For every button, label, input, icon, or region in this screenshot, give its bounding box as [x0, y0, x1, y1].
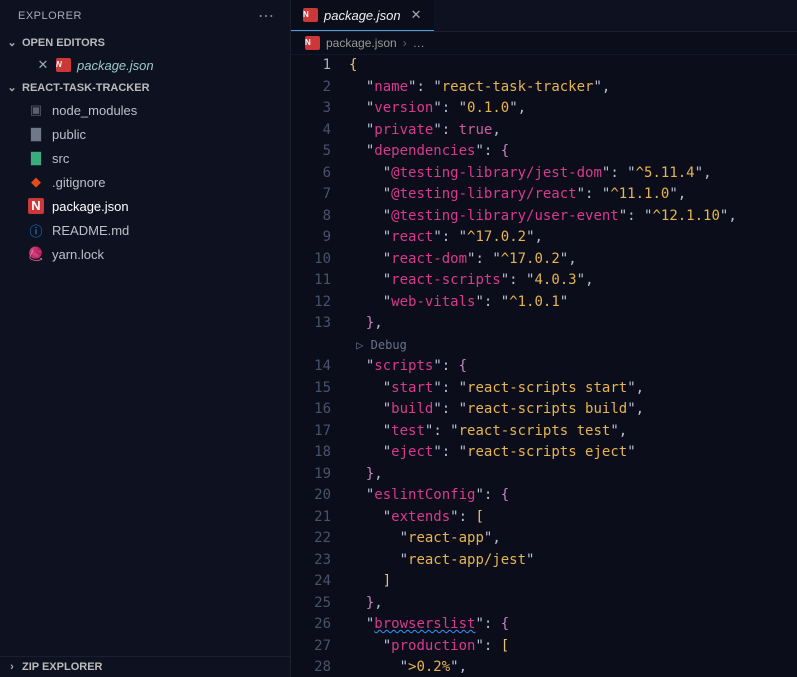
explorer-header: EXPLORER ⋯ — [0, 0, 290, 32]
file-gitignore[interactable]: ◆.gitignore — [0, 170, 290, 194]
tab-bar: N package.json ✕ — [291, 0, 797, 32]
tab-package-json[interactable]: N package.json ✕ — [291, 0, 434, 31]
folder-node-modules[interactable]: ▣node_modules — [0, 98, 290, 122]
folder-public[interactable]: ▇public — [0, 122, 290, 146]
breadcrumb-more: … — [413, 36, 425, 50]
close-icon[interactable]: ✕ — [411, 7, 422, 23]
open-editor-item[interactable]: ✕ N package.json — [0, 53, 290, 77]
tab-label: package.json — [324, 8, 401, 23]
chevron-right-icon: › — [403, 36, 407, 50]
folder-icon: ▣ — [28, 102, 44, 118]
folder-src[interactable]: ▇src — [0, 146, 290, 170]
npm-icon: N — [28, 198, 44, 214]
explorer-sidebar: EXPLORER ⋯ ⌄ OPEN EDITORS ✕ N package.js… — [0, 0, 291, 677]
folder-icon: ▇ — [28, 150, 44, 166]
chevron-down-icon: ⌄ — [6, 81, 18, 94]
line-gutter: 12345678910111213 1415161718192021222324… — [291, 55, 349, 677]
zip-explorer-label: ZIP EXPLORER — [22, 661, 102, 673]
chevron-down-icon: ⌄ — [6, 36, 18, 49]
file-readme[interactable]: ⓘREADME.md — [0, 218, 290, 242]
breadcrumb-file: package.json — [326, 36, 397, 50]
open-editor-label: package.json — [77, 58, 154, 73]
info-icon: ⓘ — [28, 222, 44, 238]
code-editor[interactable]: 12345678910111213 1415161718192021222324… — [291, 55, 797, 677]
file-yarn-lock[interactable]: 🧶yarn.lock — [0, 242, 290, 266]
open-editors-header[interactable]: ⌄ OPEN EDITORS — [0, 32, 290, 53]
yarn-icon: 🧶 — [28, 246, 44, 262]
npm-icon: N — [303, 8, 318, 22]
code-content[interactable]: { "name": "react-task-tracker", "version… — [349, 55, 797, 677]
npm-icon: N — [56, 58, 71, 72]
open-editors-label: OPEN EDITORS — [22, 37, 105, 49]
more-actions-icon[interactable]: ⋯ — [258, 6, 276, 26]
npm-icon: N — [305, 36, 320, 50]
project-label: REACT-TASK-TRACKER — [22, 82, 150, 94]
file-tree: ▣node_modules ▇public ▇src ◆.gitignore N… — [0, 98, 290, 656]
close-icon[interactable]: ✕ — [36, 57, 50, 73]
project-header[interactable]: ⌄ REACT-TASK-TRACKER — [0, 77, 290, 98]
zip-explorer-header[interactable]: › ZIP EXPLORER — [0, 656, 290, 677]
breadcrumb[interactable]: N package.json › … — [291, 32, 797, 55]
explorer-title: EXPLORER — [18, 10, 82, 22]
folder-icon: ▇ — [28, 126, 44, 142]
git-icon: ◆ — [28, 174, 44, 190]
file-package-json[interactable]: Npackage.json — [0, 194, 290, 218]
chevron-right-icon: › — [6, 661, 18, 673]
editor-area: N package.json ✕ N package.json › … 1234… — [291, 0, 797, 677]
